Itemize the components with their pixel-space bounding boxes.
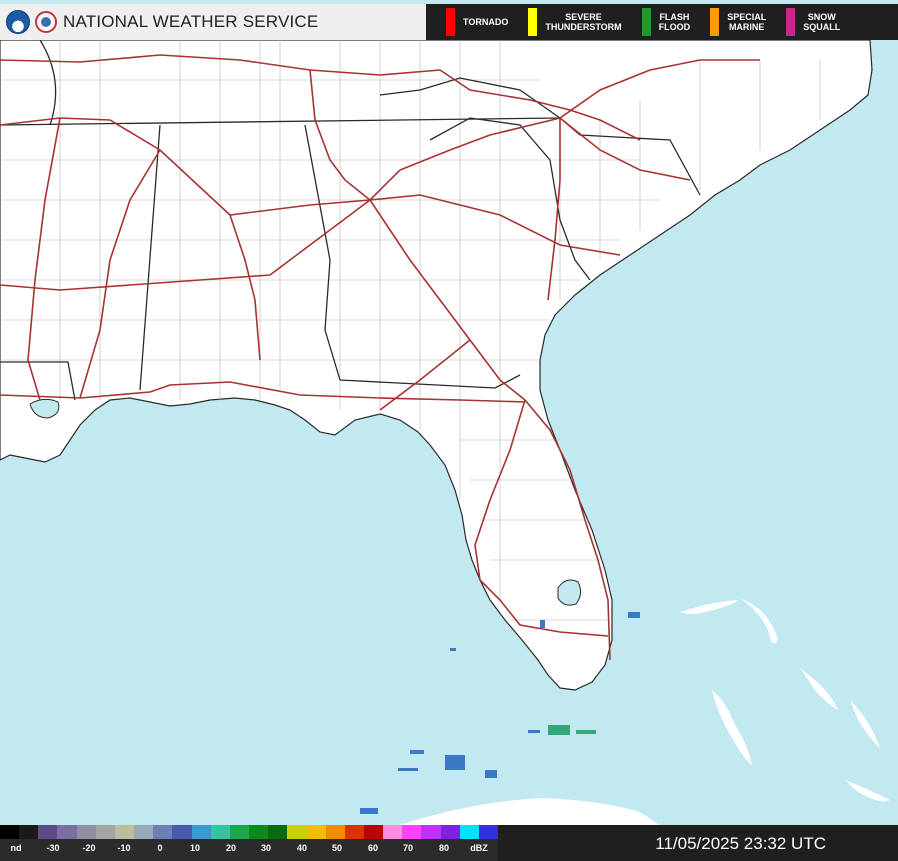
scale-tick-label: -10	[117, 843, 131, 853]
radar-map[interactable]	[0, 0, 898, 861]
reflectivity-color-cell	[344, 825, 364, 839]
scale-tick-label: 70	[402, 843, 414, 853]
reflectivity-color-cell	[38, 825, 58, 839]
scale-tick-label: 10	[189, 843, 201, 853]
scale-tick-label: 0	[157, 843, 163, 853]
reflectivity-color-cell	[459, 825, 479, 839]
reflectivity-color-bar	[0, 825, 499, 839]
legend-item-severe-thunderstorm: SEVERE THUNDERSTORM	[508, 4, 622, 40]
scale-tick-label: -20	[82, 843, 96, 853]
scale-tick-label: 40	[296, 843, 308, 853]
legend-item-snow-squall: SNOW SQUALL	[766, 4, 840, 40]
lake-okeechobee	[557, 579, 582, 606]
reflectivity-color-cell	[287, 825, 307, 839]
reflectivity-color-cell	[95, 825, 115, 839]
reflectivity-color-cell	[383, 825, 403, 839]
reflectivity-color-cell	[306, 825, 326, 839]
footer-bar: nd -30 -20 -10 0 10 20 30 40 50 60 70 80…	[0, 825, 898, 861]
header-bar: NATIONAL WEATHER SERVICE TORNADO SEVERE …	[0, 0, 898, 40]
reflectivity-color-cell	[229, 825, 250, 839]
reflectivity-color-cell	[249, 825, 269, 839]
reflectivity-color-cell	[210, 825, 230, 839]
scale-tick-label: 30	[260, 843, 272, 853]
reflectivity-color-cell	[19, 825, 39, 839]
legend-swatch	[641, 8, 651, 36]
reflectivity-color-cell	[114, 825, 135, 839]
reflectivity-color-cell	[363, 825, 384, 839]
legend-swatch	[786, 8, 796, 36]
reflectivity-color-cell	[57, 825, 77, 839]
legend-swatch	[710, 8, 720, 36]
reflectivity-color-cell	[172, 825, 192, 839]
legend-label: SEVERE THUNDERSTORM	[545, 12, 622, 32]
scale-tick-label: 80	[438, 843, 450, 853]
reflectivity-color-cell	[153, 825, 173, 839]
noaa-logo	[6, 10, 30, 34]
reflectivity-color-cell	[325, 825, 345, 839]
warnings-legend: TORNADO SEVERE THUNDERSTORM FLASH FLOOD …	[426, 4, 898, 40]
brand-panel: NATIONAL WEATHER SERVICE	[0, 4, 426, 40]
scale-tick-label: -30	[46, 843, 60, 853]
reflectivity-color-cell	[76, 825, 96, 839]
legend-swatch	[446, 8, 455, 36]
legend-label: TORNADO	[463, 17, 509, 27]
scale-tick-label: 50	[331, 843, 343, 853]
reflectivity-color-cell	[421, 825, 441, 839]
reflectivity-color-cell	[440, 825, 460, 839]
reflectivity-color-cell	[0, 825, 20, 839]
scale-tick-label: 60	[367, 843, 379, 853]
reflectivity-color-cell	[478, 825, 499, 839]
scale-tick-label: dBZ	[470, 843, 488, 853]
reflectivity-color-cell	[268, 825, 288, 839]
scale-tick-label: 20	[225, 843, 237, 853]
agency-title: NATIONAL WEATHER SERVICE	[63, 12, 319, 31]
reflectivity-scale: nd -30 -20 -10 0 10 20 30 40 50 60 70 80…	[0, 825, 499, 861]
observation-timestamp: 11/05/2025 23:32 UTC	[655, 834, 826, 853]
nws-logo	[35, 11, 57, 33]
legend-label: SPECIAL MARINE	[727, 12, 767, 32]
legend-label: FLASH FLOOD	[658, 12, 691, 32]
reflectivity-color-cell	[134, 825, 154, 839]
legend-label: SNOW SQUALL	[803, 12, 841, 32]
scale-tick-label: nd	[10, 843, 22, 853]
legend-item-flash-flood: FLASH FLOOD	[622, 4, 691, 40]
legend-swatch	[528, 8, 538, 36]
reflectivity-scale-labels: nd -30 -20 -10 0 10 20 30 40 50 60 70 80…	[0, 841, 498, 859]
reflectivity-color-cell	[402, 825, 422, 839]
legend-item-tornado: TORNADO	[426, 4, 508, 40]
legend-item-special-marine: SPECIAL MARINE	[690, 4, 766, 40]
reflectivity-color-cell	[191, 825, 211, 839]
